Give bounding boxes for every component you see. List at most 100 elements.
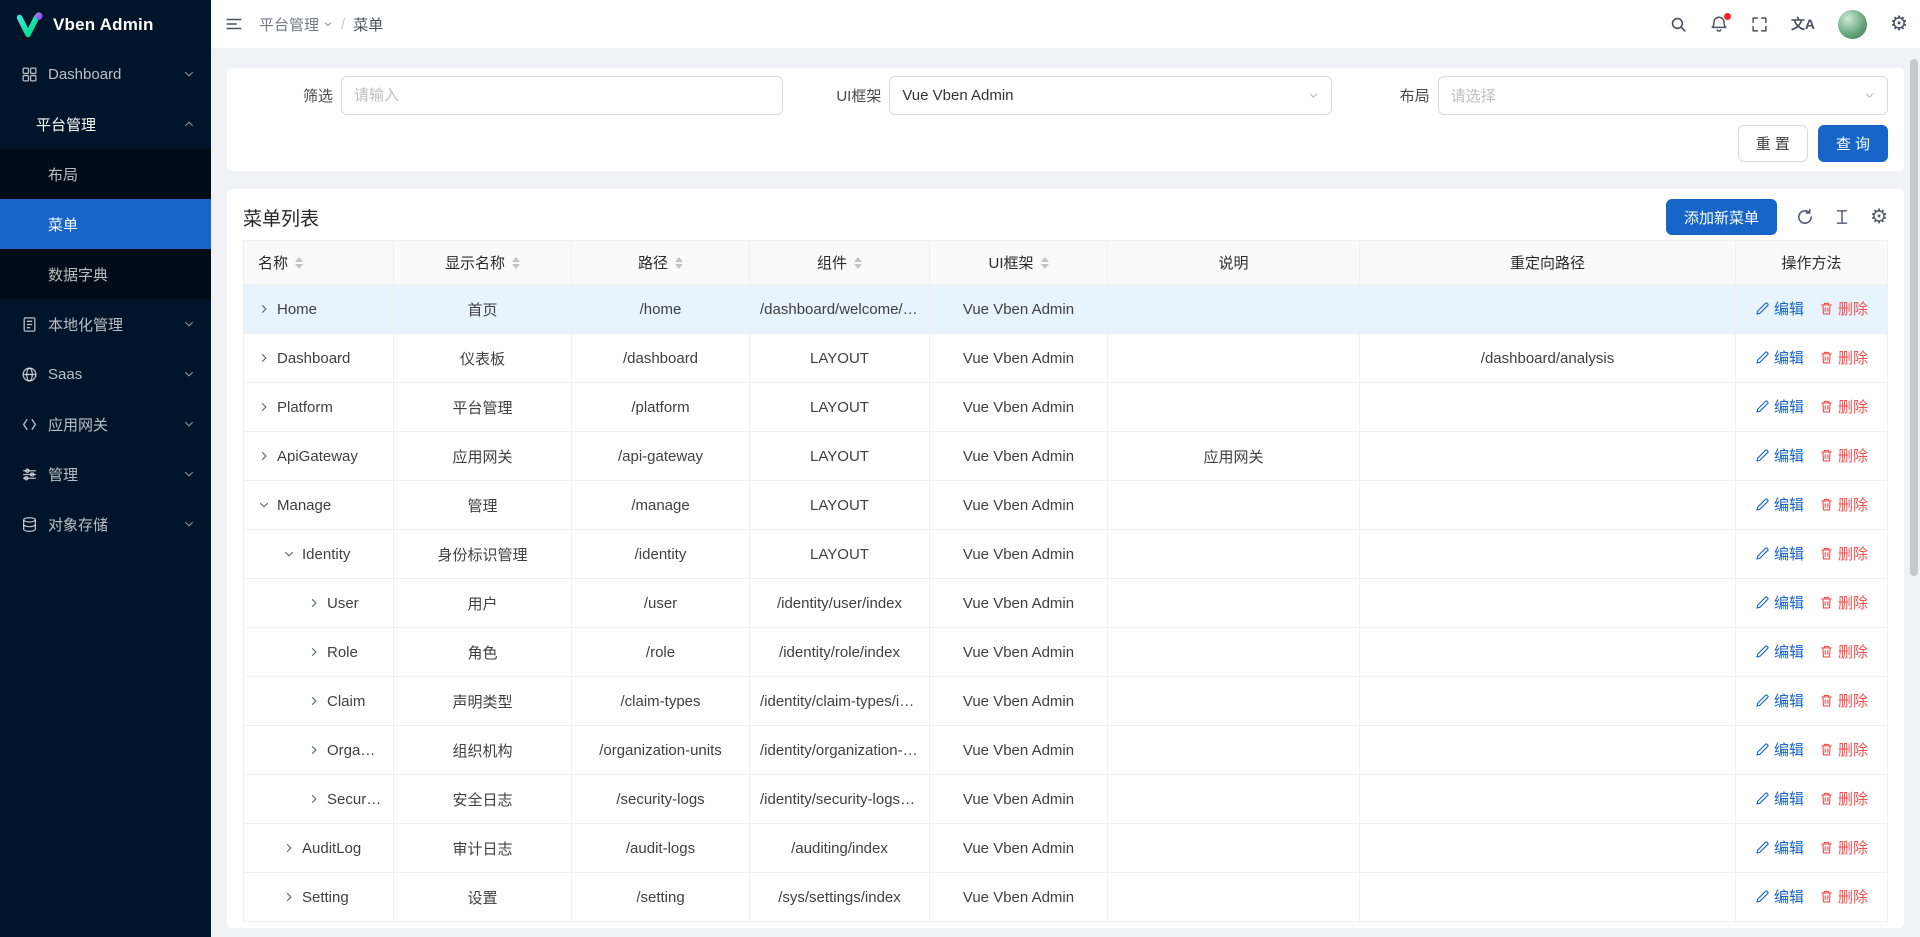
row-expand-toggle[interactable] (308, 646, 320, 658)
table-row[interactable]: Security...安全日志/security-logs/identity/s… (244, 775, 1888, 824)
settings-gear-icon[interactable]: ⚙ (1890, 14, 1908, 34)
table-row[interactable]: ApiGateway应用网关/api-gatewayLAYOUTVue Vben… (244, 432, 1888, 481)
menu-fold-icon[interactable] (225, 15, 243, 33)
delete-button[interactable]: 删除 (1819, 543, 1868, 564)
table-title: 菜单列表 (243, 204, 319, 231)
sidebar-item-api-gateway[interactable]: 应用网关 (0, 399, 211, 449)
edit-button[interactable]: 编辑 (1755, 543, 1804, 564)
sidebar-item-layout[interactable]: 布局 (0, 149, 211, 199)
table-row[interactable]: Setting设置/setting/sys/settings/indexVue … (244, 873, 1888, 922)
edit-button[interactable]: 编辑 (1755, 886, 1804, 907)
edit-button[interactable]: 编辑 (1755, 592, 1804, 613)
delete-button[interactable]: 删除 (1819, 788, 1868, 809)
layout-select[interactable]: 请选择 (1438, 76, 1888, 115)
sidebar-item-saas[interactable]: Saas (0, 349, 211, 399)
edit-button[interactable]: 编辑 (1755, 494, 1804, 515)
table-row[interactable]: User用户/user/identity/user/indexVue Vben … (244, 579, 1888, 628)
row-expand-toggle[interactable] (258, 303, 270, 315)
ui-framework-select[interactable]: Vue Vben Admin (889, 76, 1331, 115)
table-row[interactable]: Claim声明类型/claim-types/identity/claim-typ… (244, 677, 1888, 726)
add-menu-button[interactable]: 添加新菜单 (1666, 199, 1777, 235)
notification-bell-icon[interactable] (1710, 15, 1728, 33)
table-row[interactable]: Home首页/home/dashboard/welcome/in...Vue V… (244, 285, 1888, 334)
row-height-icon[interactable] (1833, 208, 1851, 226)
edit-button[interactable]: 编辑 (1755, 298, 1804, 319)
edit-button[interactable]: 编辑 (1755, 347, 1804, 368)
row-expand-toggle[interactable] (283, 842, 295, 854)
sidebar-item-dashboard[interactable]: Dashboard (0, 49, 211, 99)
row-framework: Vue Vben Admin (963, 350, 1074, 367)
edit-button[interactable]: 编辑 (1755, 641, 1804, 662)
table-row[interactable]: Manage管理/manageLAYOUTVue Vben Admin编辑删除 (244, 481, 1888, 530)
delete-button[interactable]: 删除 (1819, 690, 1868, 711)
search-button[interactable]: 查 询 (1818, 125, 1888, 162)
table-row[interactable]: Platform平台管理/platformLAYOUTVue Vben Admi… (244, 383, 1888, 432)
row-collapse-toggle[interactable] (283, 548, 295, 560)
delete-button[interactable]: 删除 (1819, 396, 1868, 417)
delete-button[interactable]: 删除 (1819, 347, 1868, 368)
row-expand-toggle[interactable] (283, 891, 295, 903)
reset-button[interactable]: 重 置 (1738, 125, 1808, 162)
row-expand-toggle[interactable] (308, 744, 320, 756)
sidebar-item-localization[interactable]: 本地化管理 (0, 299, 211, 349)
column-header-framework[interactable]: UI框架 (930, 241, 1108, 285)
delete-button[interactable]: 删除 (1819, 739, 1868, 760)
row-expand-toggle[interactable] (308, 793, 320, 805)
edit-button[interactable]: 编辑 (1755, 690, 1804, 711)
row-collapse-toggle[interactable] (258, 499, 270, 511)
edit-button[interactable]: 编辑 (1755, 445, 1804, 466)
app-logo[interactable]: Vben Admin (0, 0, 211, 49)
delete-button[interactable]: 删除 (1819, 641, 1868, 662)
table-settings-gear-icon[interactable]: ⚙ (1870, 207, 1888, 227)
breadcrumb: 平台管理 / 菜单 (259, 14, 383, 35)
edit-button[interactable]: 编辑 (1755, 788, 1804, 809)
chevron-down-icon (183, 318, 195, 330)
sidebar-item-menu[interactable]: 菜单 (0, 199, 211, 249)
sidebar-item-platform-management[interactable]: 平台管理 (0, 99, 211, 149)
delete-button[interactable]: 删除 (1819, 494, 1868, 515)
scrollbar-thumb[interactable] (1910, 59, 1918, 576)
table-row[interactable]: Identity身份标识管理/identityLAYOUTVue Vben Ad… (244, 530, 1888, 579)
table-row[interactable]: Role角色/role/identity/role/indexVue Vben … (244, 628, 1888, 677)
sidebar-item-label: 对象存储 (48, 514, 173, 535)
sidebar-item-object-storage[interactable]: 对象存储 (0, 499, 211, 549)
row-name: Platform (277, 399, 333, 416)
column-header-display_name[interactable]: 显示名称 (394, 241, 572, 285)
vertical-scrollbar[interactable] (1908, 49, 1920, 937)
row-expand-toggle[interactable] (258, 450, 270, 462)
keyword-input[interactable] (341, 76, 783, 115)
sidebar-item-data-dictionary[interactable]: 数据字典 (0, 249, 211, 299)
row-expand-toggle[interactable] (308, 695, 320, 707)
sidebar-item-manage[interactable]: 管理 (0, 449, 211, 499)
column-header-name[interactable]: 名称 (244, 241, 394, 285)
row-component: LAYOUT (810, 497, 869, 514)
column-header-component[interactable]: 组件 (750, 241, 930, 285)
column-header-path[interactable]: 路径 (572, 241, 750, 285)
row-expand-toggle[interactable] (258, 401, 270, 413)
fullscreen-icon[interactable] (1751, 16, 1768, 33)
delete-button[interactable]: 删除 (1819, 592, 1868, 613)
table-row[interactable]: Dashboard仪表板/dashboardLAYOUTVue Vben Adm… (244, 334, 1888, 383)
delete-button[interactable]: 删除 (1819, 886, 1868, 907)
chevron-down-icon (183, 468, 195, 480)
edit-button[interactable]: 编辑 (1755, 396, 1804, 417)
row-name: Home (277, 301, 317, 318)
refresh-icon[interactable] (1796, 208, 1814, 226)
delete-button[interactable]: 删除 (1819, 837, 1868, 858)
filter-card: 筛选 UI框架 Vue Vben Admin 布局 请选择 (227, 68, 1904, 171)
delete-button[interactable]: 删除 (1819, 445, 1868, 466)
breadcrumb-item-platform[interactable]: 平台管理 (259, 14, 333, 35)
user-avatar[interactable] (1838, 10, 1867, 39)
edit-button[interactable]: 编辑 (1755, 739, 1804, 760)
translate-icon[interactable]: 文A (1791, 14, 1815, 34)
search-icon[interactable] (1670, 16, 1687, 33)
table-row[interactable]: Organiz...组织机构/organization-units/identi… (244, 726, 1888, 775)
delete-button[interactable]: 删除 (1819, 298, 1868, 319)
chevron-down-icon (183, 68, 195, 80)
sidebar-submenu-platform: 布局 菜单 数据字典 (0, 149, 211, 299)
row-expand-toggle[interactable] (258, 352, 270, 364)
edit-button[interactable]: 编辑 (1755, 837, 1804, 858)
row-expand-toggle[interactable] (308, 597, 320, 609)
row-path: /dashboard (623, 350, 698, 367)
table-row[interactable]: AuditLog审计日志/audit-logs/auditing/indexVu… (244, 824, 1888, 873)
